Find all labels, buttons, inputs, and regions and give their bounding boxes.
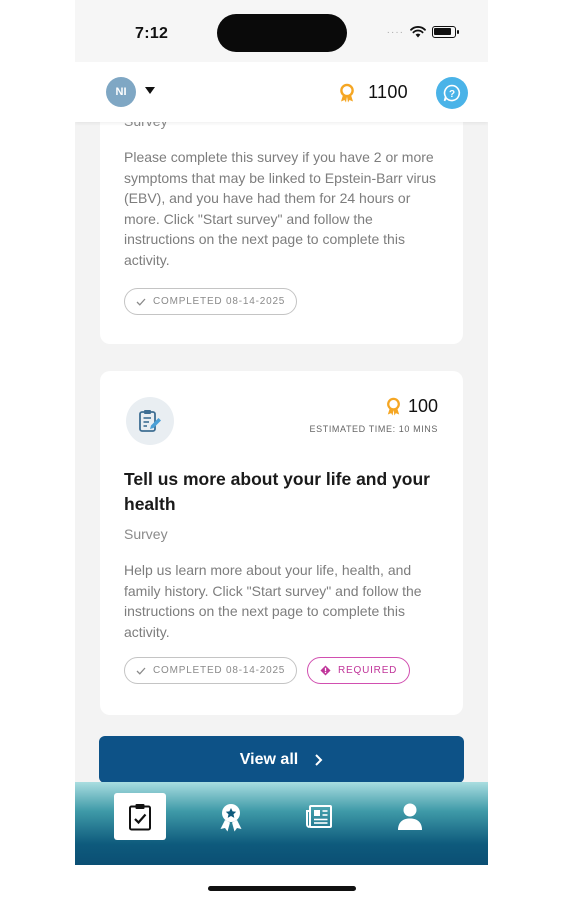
help-chat-icon: ?	[443, 84, 461, 102]
dynamic-island	[217, 14, 347, 52]
card-type: Survey	[124, 122, 168, 129]
battery-icon	[432, 26, 459, 38]
points-value: 1100	[368, 82, 408, 102]
signal-icon: ····	[386, 26, 404, 38]
wifi-icon	[410, 26, 426, 38]
activity-card[interactable]: Survey Please complete this survey if yo…	[100, 122, 463, 344]
check-icon	[136, 298, 146, 306]
points-display: 1100	[338, 82, 408, 103]
required-badge-label: REQUIRED	[338, 665, 398, 676]
person-icon	[398, 803, 422, 830]
check-icon	[136, 667, 146, 675]
status-time: 7:12	[135, 25, 169, 42]
card-type: Survey	[124, 526, 168, 542]
chevron-right-icon	[315, 753, 323, 766]
award-medal-icon	[340, 83, 354, 102]
view-all-button[interactable]: View all	[99, 736, 464, 782]
clipboard-check-icon	[129, 803, 151, 830]
view-all-label: View all	[239, 750, 299, 768]
svg-text:?: ?	[449, 89, 455, 100]
alert-diamond-icon	[320, 665, 331, 676]
completed-badge: COMPLETED 08-14-2025	[124, 657, 298, 684]
completed-badge: COMPLETED 08-14-2025	[124, 288, 298, 315]
app-header: NI 1100 ?	[75, 62, 488, 122]
avatar[interactable]: NI	[106, 77, 136, 107]
estimated-time: ESTIMATED TIME: 10 MINS	[309, 424, 438, 434]
help-button[interactable]: ?	[436, 77, 468, 109]
chevron-down-icon[interactable]	[145, 87, 155, 94]
nav-tasks[interactable]	[114, 793, 166, 840]
reward-points: 100	[385, 396, 438, 417]
required-badge: REQUIRED	[307, 657, 411, 684]
phone-screen: 7:12 ···· NI 1100 ? Please complete this…	[75, 0, 488, 900]
activity-card[interactable]: 100 ESTIMATED TIME: 10 MINS Tell us more…	[100, 371, 463, 715]
clipboard-edit-icon	[139, 410, 161, 432]
home-indicator-area	[75, 865, 488, 900]
newspaper-icon	[306, 804, 332, 828]
home-indicator[interactable]	[208, 886, 356, 891]
status-bar: 7:12 ····	[75, 0, 488, 62]
completed-badge-label: COMPLETED 08-14-2025	[153, 665, 286, 676]
activity-list: Survey Please complete this survey if yo…	[75, 122, 488, 782]
card-description: Please complete this survey if you have …	[124, 149, 437, 268]
completed-badge-label: COMPLETED 08-14-2025	[153, 296, 286, 307]
survey-icon	[126, 397, 174, 445]
card-description: Help us learn more about your life, heal…	[124, 562, 422, 640]
reward-value: 100	[407, 396, 438, 416]
card-title: Tell us more about your life and your he…	[124, 469, 430, 514]
nav-news[interactable]	[294, 793, 346, 840]
nav-profile[interactable]	[384, 793, 436, 840]
status-icons: ····	[386, 26, 459, 38]
award-ribbon-icon	[220, 803, 242, 831]
nav-rewards[interactable]	[205, 793, 257, 840]
award-medal-icon	[387, 397, 400, 416]
bottom-nav	[75, 782, 488, 865]
